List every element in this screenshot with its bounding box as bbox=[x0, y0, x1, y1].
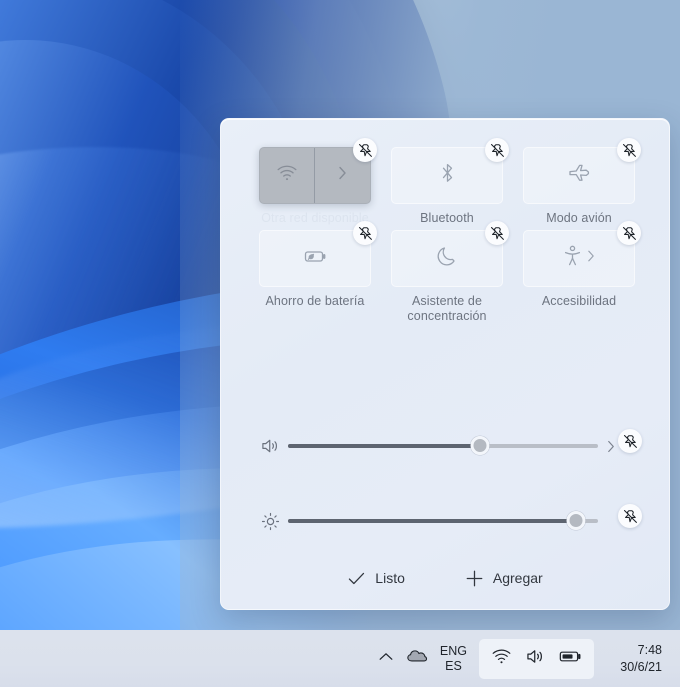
tile-battery-saver[interactable]: Ahorro de batería bbox=[256, 230, 374, 324]
accessibility-person-icon bbox=[563, 245, 582, 272]
volume-slider-fill bbox=[288, 444, 480, 448]
tile-accessibility[interactable]: Accesibilidad bbox=[520, 230, 638, 324]
plus-icon bbox=[465, 569, 484, 588]
tile-accessibility-button[interactable] bbox=[523, 230, 635, 287]
cloud-icon bbox=[406, 648, 428, 669]
add-button[interactable]: Agregar bbox=[455, 563, 553, 594]
clock-date: 30/6/21 bbox=[620, 659, 662, 676]
brightness-slider-track[interactable] bbox=[288, 510, 598, 532]
clock[interactable]: 7:48 30/6/21 bbox=[600, 642, 668, 676]
bluetooth-icon bbox=[439, 162, 456, 189]
chevron-right-icon bbox=[337, 165, 348, 186]
tile-accessibility-label: Accesibilidad bbox=[520, 294, 638, 309]
airplane-icon bbox=[567, 162, 591, 189]
brightness-sun-icon bbox=[256, 512, 284, 531]
unpin-icon-bluetooth[interactable] bbox=[485, 138, 509, 162]
done-button-label: Listo bbox=[375, 570, 405, 586]
tile-focus-assist-label: Asistente de concentración bbox=[388, 294, 506, 324]
unpin-icon-airplane-mode[interactable] bbox=[617, 138, 641, 162]
moon-icon bbox=[437, 245, 458, 272]
onedrive-button[interactable] bbox=[400, 642, 434, 675]
brightness-slider-row[interactable] bbox=[256, 503, 638, 539]
tile-battery-saver-label: Ahorro de batería bbox=[256, 294, 374, 309]
desktop-screen: Otra red disponible bbox=[0, 0, 680, 687]
volume-slider-thumb[interactable] bbox=[471, 436, 490, 455]
brightness-slider-end-controls[interactable] bbox=[604, 508, 638, 534]
language-line1: ENG bbox=[440, 644, 467, 659]
unpin-icon-focus-assist[interactable] bbox=[485, 221, 509, 245]
quick-settings-footer: Listo Agregar bbox=[221, 547, 669, 609]
tile-bluetooth[interactable]: Bluetooth bbox=[388, 147, 506, 226]
tile-focus-assist[interactable]: Asistente de concentración bbox=[388, 230, 506, 324]
chevron-right-icon bbox=[586, 249, 596, 268]
battery-leaf-icon bbox=[302, 247, 328, 270]
add-button-label: Agregar bbox=[493, 570, 543, 586]
wifi-icon bbox=[276, 164, 298, 187]
tile-wifi-icon-half[interactable] bbox=[260, 148, 315, 203]
brightness-slider-thumb[interactable] bbox=[567, 511, 586, 530]
tile-wifi-button[interactable] bbox=[259, 147, 371, 204]
done-button[interactable]: Listo bbox=[337, 564, 415, 593]
quick-settings-tray-button[interactable] bbox=[479, 639, 594, 679]
tile-airplane-mode[interactable]: Modo avión bbox=[520, 147, 638, 226]
battery-icon bbox=[559, 649, 582, 669]
volume-icon bbox=[526, 648, 545, 670]
tile-airplane-mode-button[interactable] bbox=[523, 147, 635, 204]
tile-battery-saver-button[interactable] bbox=[259, 230, 371, 287]
unpin-icon-accessibility[interactable] bbox=[617, 221, 641, 245]
tile-wifi[interactable]: Otra red disponible bbox=[256, 147, 374, 226]
chevron-up-icon bbox=[378, 650, 394, 668]
system-tray: ENG ES bbox=[372, 639, 680, 679]
unpin-icon-battery-saver[interactable] bbox=[353, 221, 377, 245]
clock-time: 7:48 bbox=[638, 642, 662, 659]
volume-slider-track[interactable] bbox=[288, 435, 598, 457]
quick-settings-tiles-grid: Otra red disponible bbox=[256, 147, 638, 324]
brightness-slider-fill bbox=[288, 519, 576, 523]
volume-slider-row[interactable] bbox=[256, 428, 638, 464]
speaker-icon bbox=[256, 437, 284, 455]
unpin-icon-brightness[interactable] bbox=[618, 504, 642, 528]
unpin-icon-volume[interactable] bbox=[618, 429, 642, 453]
language-line2: ES bbox=[445, 659, 462, 674]
tile-bluetooth-button[interactable] bbox=[391, 147, 503, 204]
check-icon bbox=[347, 570, 366, 587]
chevron-right-icon[interactable] bbox=[606, 439, 616, 459]
volume-slider-end-controls[interactable] bbox=[604, 433, 638, 459]
language-indicator[interactable]: ENG ES bbox=[434, 642, 477, 676]
tile-focus-assist-button[interactable] bbox=[391, 230, 503, 287]
wifi-icon bbox=[491, 648, 512, 670]
quick-settings-panel: Otra red disponible bbox=[220, 118, 670, 610]
unpin-icon-wifi[interactable] bbox=[353, 138, 377, 162]
taskbar: ENG ES bbox=[0, 630, 680, 687]
tray-overflow-button[interactable] bbox=[372, 644, 400, 674]
